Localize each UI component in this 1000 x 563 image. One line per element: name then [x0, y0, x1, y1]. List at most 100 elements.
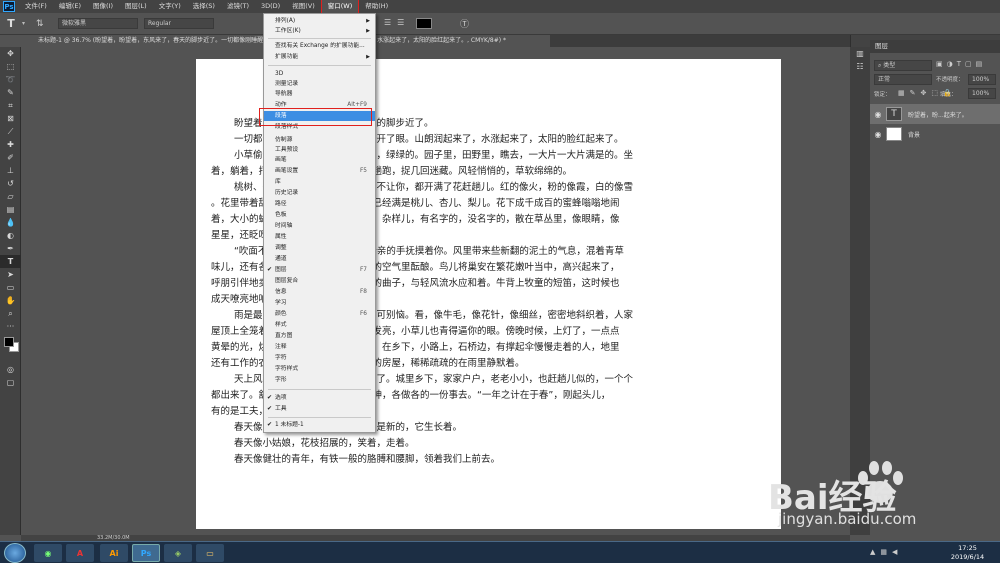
menu-item-clone-source[interactable]: 仿制源 — [264, 135, 375, 145]
lock-position-icon[interactable]: ✥ — [921, 89, 927, 97]
menu-layer[interactable]: 图层(L) — [119, 0, 153, 13]
screen-mode-icon[interactable]: ▢ — [0, 376, 21, 389]
explorer-taskbar-icon[interactable]: ▭ — [196, 544, 224, 562]
menu-item-glyphs[interactable]: 字形 — [264, 375, 375, 385]
menu-item-learn[interactable]: 学习 — [264, 298, 375, 308]
layers-panel-title[interactable]: 图层 — [870, 40, 1000, 53]
menu-item-3d[interactable]: 3D — [264, 69, 375, 79]
menu-item-tools[interactable]: ✔ 工具 — [264, 404, 375, 414]
menu-item-brush-settings[interactable]: 画笔设置 F5 — [264, 166, 375, 176]
eraser-tool-icon[interactable]: ▱ — [0, 190, 21, 203]
menu-filter[interactable]: 滤镜(T) — [221, 0, 255, 13]
menu-item-color[interactable]: 颜色 F6 — [264, 309, 375, 319]
eyedropper-tool-icon[interactable]: ⟋ — [0, 125, 21, 138]
brush-tool-icon[interactable]: ✐ — [0, 151, 21, 164]
align-center-icon[interactable]: ☰ — [384, 18, 391, 27]
properties-panel-icon[interactable]: ☷ — [850, 60, 870, 73]
menu-item-swatches[interactable]: 色板 — [264, 210, 375, 220]
visibility-eye-icon[interactable]: ◉ — [873, 110, 883, 119]
history-brush-tool-icon[interactable]: ↺ — [0, 177, 21, 190]
warp-text-icon[interactable]: Ⓣ — [460, 17, 469, 30]
menu-type[interactable]: 文字(Y) — [153, 0, 187, 13]
menu-edit[interactable]: 编辑(E) — [53, 0, 87, 13]
marquee-tool-icon[interactable]: ⬚ — [0, 60, 21, 73]
photoshop-taskbar-icon[interactable]: Ps — [132, 544, 160, 562]
history-panel-icon[interactable]: ▥ — [850, 47, 870, 60]
visibility-eye-icon[interactable]: ◉ — [873, 130, 883, 139]
blur-tool-icon[interactable]: 💧 — [0, 216, 21, 229]
menu-item-workspace[interactable]: 工作区(K) ▶ — [264, 26, 375, 36]
menu-item-styles[interactable]: 样式 — [264, 320, 375, 330]
quick-select-tool-icon[interactable]: ✎ — [0, 86, 21, 99]
adjust-filter-icon[interactable]: ◑ — [947, 60, 953, 68]
rectangle-tool-icon[interactable]: ▭ — [0, 281, 21, 294]
more-tools-icon[interactable]: ··· — [0, 320, 21, 333]
zoom-tool-icon[interactable]: ⌕ — [0, 307, 21, 320]
menu-item-properties[interactable]: 属性 — [264, 232, 375, 242]
menu-item-info[interactable]: 信息 F8 — [264, 287, 375, 297]
dodge-tool-icon[interactable]: ◐ — [0, 229, 21, 242]
network-icon[interactable]: ▦ — [880, 548, 887, 556]
shape-filter-icon[interactable]: ▢ — [965, 60, 972, 68]
menu-help[interactable]: 帮助(H) — [359, 0, 394, 13]
blend-mode-select[interactable]: 正常 — [874, 74, 932, 85]
menu-item-character-styles[interactable]: 字符样式 — [264, 364, 375, 374]
menu-item-navigator[interactable]: 导航器 — [264, 89, 375, 99]
menu-window[interactable]: 窗口(W) — [320, 0, 360, 14]
foreground-color-swatch[interactable] — [4, 337, 14, 347]
menu-file[interactable]: 文件(F) — [19, 0, 53, 13]
chevron-down-icon[interactable]: ▾ — [22, 20, 36, 27]
smart-filter-icon[interactable]: ▤ — [976, 60, 983, 68]
tray-expand-icon[interactable]: ▲ — [870, 548, 875, 556]
font-style-select[interactable]: Regular — [144, 18, 214, 29]
crop-tool-icon[interactable]: ⌗ — [0, 99, 21, 112]
menu-item-tool-presets[interactable]: 工具预设 — [264, 145, 375, 155]
pixel-filter-icon[interactable]: ▣ — [936, 60, 943, 68]
frame-tool-icon[interactable]: ⊠ — [0, 112, 21, 125]
photoshop-logo[interactable]: Ps — [3, 1, 15, 12]
font-family-select[interactable]: 微软雅黑 — [58, 18, 138, 29]
menu-item-open-document[interactable]: ✔ 1 未标题-1 — [264, 420, 375, 430]
lock-paint-icon[interactable]: ✎ — [910, 89, 916, 97]
orientation-toggle-icon[interactable]: ⇅ — [36, 19, 58, 29]
menu-view[interactable]: 视图(V) — [286, 0, 321, 13]
menu-item-find-extensions[interactable]: 查找有关 Exchange 的扩展功能... — [264, 41, 375, 51]
healing-brush-tool-icon[interactable]: ✚ — [0, 138, 21, 151]
menu-item-paths[interactable]: 路径 — [264, 199, 375, 209]
menu-item-options[interactable]: ✔ 选项 — [264, 393, 375, 403]
menu-item-libraries[interactable]: 库 — [264, 177, 375, 187]
gradient-tool-icon[interactable]: ▤ — [0, 203, 21, 216]
illustrator-taskbar-icon[interactable]: Ai — [100, 544, 128, 562]
text-color-swatch[interactable] — [416, 18, 432, 29]
clock[interactable]: 17:25 2019/6/14 — [945, 544, 990, 562]
menu-item-extensions[interactable]: 扩展功能 ▶ — [264, 52, 375, 62]
layer-row[interactable]: ◉ 背景 — [870, 124, 1000, 144]
fill-field[interactable]: 100% — [968, 88, 996, 99]
menu-item-notes[interactable]: 注释 — [264, 342, 375, 352]
stamp-tool-icon[interactable]: ⊥ — [0, 164, 21, 177]
menu-item-timeline[interactable]: 时间轴 — [264, 221, 375, 231]
menu-item-histogram[interactable]: 直方图 — [264, 331, 375, 341]
menu-item-arrange[interactable]: 排列(A) ▶ — [264, 16, 375, 26]
lock-artboard-icon[interactable]: ⬚ — [931, 89, 938, 97]
lock-pixels-icon[interactable]: ▦ — [898, 89, 905, 97]
layer-name[interactable]: 盼望着，盼...起来了。 — [908, 110, 968, 119]
move-tool-icon[interactable]: ✥ — [0, 47, 21, 60]
type-tool-icon[interactable]: T — [0, 255, 21, 268]
volume-icon[interactable]: ◀ — [892, 548, 897, 556]
browser-taskbar-icon[interactable]: ◉ — [34, 544, 62, 562]
app-taskbar-icon[interactable]: ◈ — [164, 544, 192, 562]
menu-item-adjustments[interactable]: 调整 — [264, 243, 375, 253]
pen-tool-icon[interactable]: ✒ — [0, 242, 21, 255]
opacity-field[interactable]: 100% — [968, 74, 996, 85]
hand-tool-icon[interactable]: ✋ — [0, 294, 21, 307]
quick-mask-icon[interactable]: ◎ — [0, 363, 21, 376]
type-tool-icon[interactable]: T — [0, 17, 22, 30]
menu-3d[interactable]: 3D(D) — [255, 0, 286, 13]
lasso-tool-icon[interactable]: ➰ — [0, 73, 21, 86]
type-filter-icon[interactable]: T — [957, 60, 961, 68]
menu-item-channels[interactable]: 通道 — [264, 254, 375, 264]
path-select-tool-icon[interactable]: ➤ — [0, 268, 21, 281]
layer-filter-select[interactable]: ⌕ 类型 — [874, 60, 932, 71]
menu-item-layers[interactable]: ✔ 图层 F7 — [264, 265, 375, 275]
